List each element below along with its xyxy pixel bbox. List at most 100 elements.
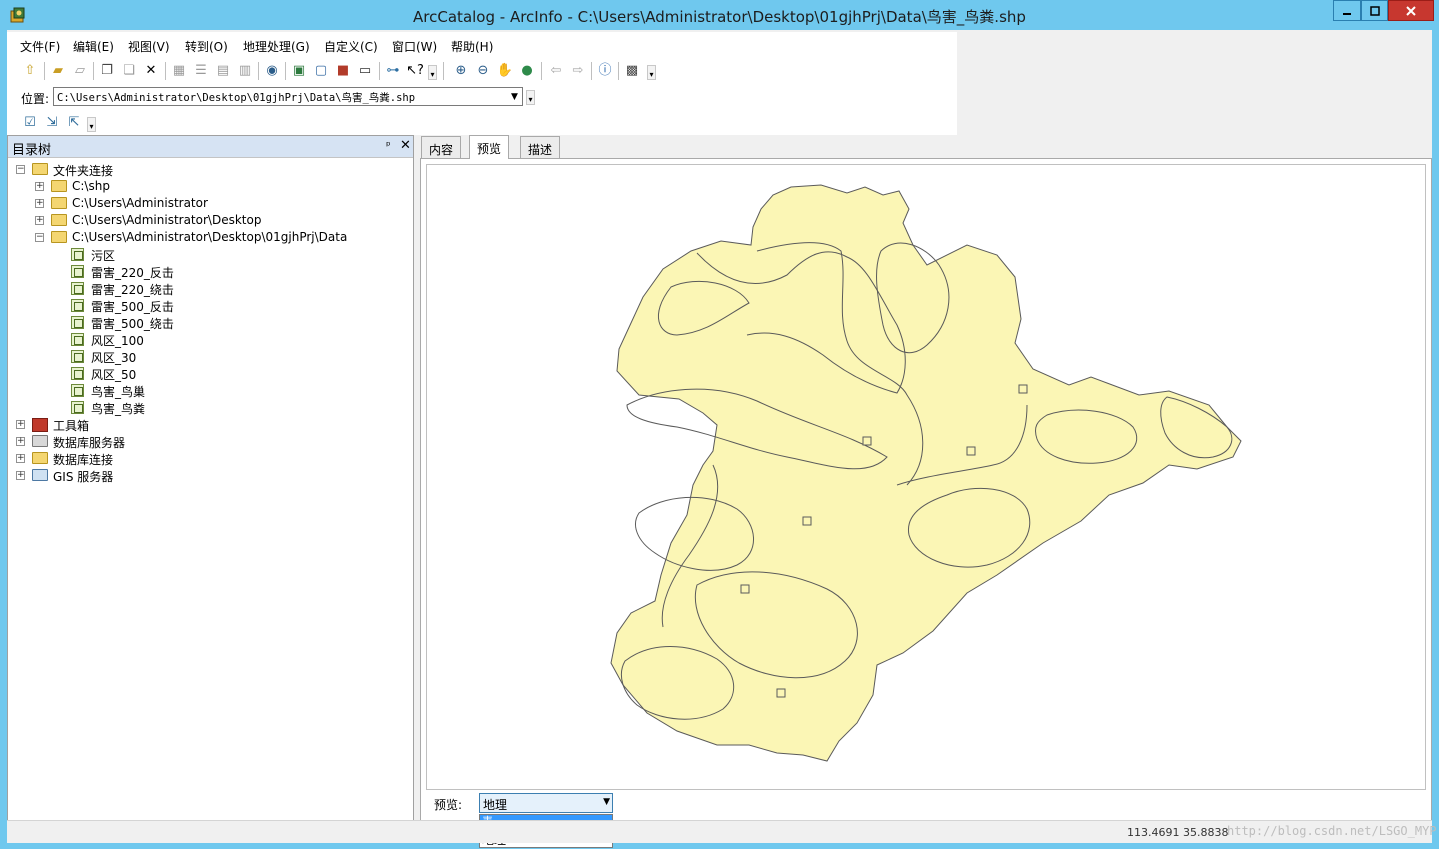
polygon-shapefile-icon	[71, 282, 84, 295]
tree-node-label: 风区_30	[91, 351, 137, 365]
toolbar-options-grip[interactable]: ▾	[428, 65, 437, 80]
location-input[interactable]: C:\Users\Administrator\Desktop\01gjhPrj\…	[53, 87, 523, 106]
catalog-window-icon[interactable]: ▣	[290, 61, 308, 79]
copy-icon[interactable]: ❐	[98, 61, 116, 79]
menu-file[interactable]: 文件(F)	[20, 38, 60, 55]
search-icon[interactable]: ◉	[263, 61, 281, 79]
back-icon[interactable]: ⇦	[547, 61, 565, 79]
menu-goto[interactable]: 转到(O)	[185, 38, 228, 55]
tab-contents[interactable]: 内容	[421, 136, 462, 158]
chevron-down-icon[interactable]: ▼	[507, 88, 522, 105]
tree-node-shapefile[interactable]: 风区_100	[8, 331, 408, 348]
menu-view[interactable]: 视图(V)	[128, 38, 170, 55]
collapse-icon[interactable]: −	[16, 165, 25, 174]
close-window-button[interactable]	[1388, 0, 1434, 21]
tree-node-shapefile[interactable]: 雷害_500_反击	[8, 297, 408, 314]
tree-node-label: 风区_100	[91, 334, 144, 348]
expand-icon[interactable]: +	[16, 437, 25, 446]
tree-node-shapefile[interactable]: 污区	[8, 246, 408, 263]
menu-customize[interactable]: 自定义(C)	[324, 38, 378, 55]
tree-node-folder-connections[interactable]: − 文件夹连接	[8, 161, 408, 178]
export-metadata-icon[interactable]: ⇱	[65, 113, 83, 131]
large-icons-icon[interactable]: ▦	[170, 61, 188, 79]
catalog-tree-pane: 目录树 ᵖ ✕ − 文件夹连接 + C:\shp + C:\Users\Admi…	[7, 135, 414, 840]
whats-this-icon[interactable]: ↖?	[406, 61, 424, 79]
tree-node-shapefile[interactable]: 鸟害_鸟巢	[8, 382, 408, 399]
title-bar[interactable]: ArcCatalog - ArcInfo - C:\Users\Administ…	[0, 0, 1439, 30]
connect-folder-icon[interactable]: ▰	[49, 61, 67, 79]
tab-preview[interactable]: 预览	[469, 135, 510, 159]
menu-help[interactable]: 帮助(H)	[451, 38, 493, 55]
tab-content-area: 预览: 地理 ▼ 表 地理	[420, 158, 1432, 848]
preview-type-select[interactable]: 地理 ▼	[479, 793, 613, 813]
maximize-icon	[1369, 5, 1380, 16]
region-outline	[610, 184, 1242, 762]
tree-node-folder[interactable]: + C:\Users\Administrator	[8, 195, 408, 212]
edit-metadata-icon[interactable]: ☑	[21, 113, 39, 131]
thumbnails-icon[interactable]: ▥	[236, 61, 254, 79]
menu-window[interactable]: 窗口(W)	[392, 38, 437, 55]
menu-edit[interactable]: 编辑(E)	[73, 38, 114, 55]
toolbar-separator	[258, 62, 259, 80]
pin-icon[interactable]: ᵖ	[386, 139, 391, 152]
menu-bar: 文件(F) 编辑(E) 视图(V) 转到(O) 地理处理(G) 自定义(C) 窗…	[7, 32, 957, 56]
zoom-out-icon[interactable]: ⊖	[474, 61, 492, 79]
import-metadata-icon[interactable]: ⇲	[43, 113, 61, 131]
tree-node-label: 污区	[91, 249, 116, 263]
tree-node-folder[interactable]: + C:\Users\Administrator\Desktop	[8, 212, 408, 229]
modelbuilder-icon[interactable]: ⊶	[384, 61, 402, 79]
forward-icon[interactable]: ⇨	[569, 61, 587, 79]
minimize-button[interactable]	[1333, 0, 1361, 21]
tree-node-shapefile-selected[interactable]: 鸟害_鸟粪	[8, 399, 408, 416]
toolbar-options-grip[interactable]: ▾	[526, 90, 535, 105]
tree-node-shapefile[interactable]: 雷害_220_绕击	[8, 280, 408, 297]
metadata-toolbar: ☑ ⇲ ⇱ ▾	[7, 109, 957, 135]
tree-node-shapefile[interactable]: 风区_50	[8, 365, 408, 382]
delete-icon[interactable]: ✕	[142, 61, 160, 79]
tree-node-folder[interactable]: − C:\Users\Administrator\Desktop\01gjhPr…	[8, 229, 408, 246]
collapse-icon[interactable]: −	[35, 233, 44, 242]
expand-icon[interactable]: +	[35, 216, 44, 225]
toolbar-options-grip[interactable]: ▾	[87, 117, 96, 132]
tree-node-shapefile[interactable]: 风区_30	[8, 348, 408, 365]
python-window-icon[interactable]: ▭	[356, 61, 374, 79]
tree-node-folder[interactable]: + C:\shp	[8, 178, 408, 195]
expand-icon[interactable]: +	[16, 420, 25, 429]
tree-node-shapefile[interactable]: 雷害_220_反击	[8, 263, 408, 280]
tree-node-shapefile[interactable]: 雷害_500_绕击	[8, 314, 408, 331]
tree-node-toolboxes[interactable]: + 工具箱	[8, 416, 408, 433]
chevron-down-icon[interactable]: ▼	[603, 797, 610, 807]
arctoolbox-icon[interactable]: ■	[334, 61, 352, 79]
expand-icon[interactable]: +	[16, 454, 25, 463]
tab-description[interactable]: 描述	[520, 136, 561, 158]
pan-icon[interactable]: ✋	[496, 61, 514, 79]
create-thumbnail-icon[interactable]: ▩	[623, 61, 641, 79]
tree-node-label: 鸟害_鸟巢	[91, 385, 146, 399]
expand-icon[interactable]: +	[35, 182, 44, 191]
maximize-button[interactable]	[1361, 0, 1388, 21]
expand-icon[interactable]: +	[16, 471, 25, 480]
details-icon[interactable]: ▤	[214, 61, 232, 79]
folder-connection-icon	[32, 163, 48, 175]
toolbar-separator	[443, 62, 444, 80]
full-extent-icon[interactable]: ●	[518, 61, 536, 79]
search-window-icon[interactable]: ▢	[312, 61, 330, 79]
tree-node-label: 数据库服务器	[53, 436, 126, 450]
identify-icon[interactable]: ⓘ	[596, 61, 614, 79]
tree-node-gis-servers[interactable]: + GIS 服务器	[8, 467, 408, 484]
zoom-in-icon[interactable]: ⊕	[452, 61, 470, 79]
tree-node-database-connections[interactable]: + 数据库连接	[8, 450, 408, 467]
toolbar-separator	[618, 62, 619, 80]
menu-geoprocessing[interactable]: 地理处理(G)	[243, 38, 310, 55]
gis-server-icon	[32, 469, 48, 481]
map-preview[interactable]	[426, 164, 1426, 790]
toolbar-options-grip[interactable]: ▾	[647, 65, 656, 80]
list-icon[interactable]: ☰	[192, 61, 210, 79]
paste-icon[interactable]: ❏	[120, 61, 138, 79]
tree-node-database-servers[interactable]: + 数据库服务器	[8, 433, 408, 450]
preview-type-label: 预览:	[434, 798, 463, 812]
disconnect-folder-icon[interactable]: ▱	[71, 61, 89, 79]
expand-icon[interactable]: +	[35, 199, 44, 208]
up-one-level-icon[interactable]: ⇧	[21, 61, 39, 79]
close-icon[interactable]: ✕	[400, 138, 411, 153]
